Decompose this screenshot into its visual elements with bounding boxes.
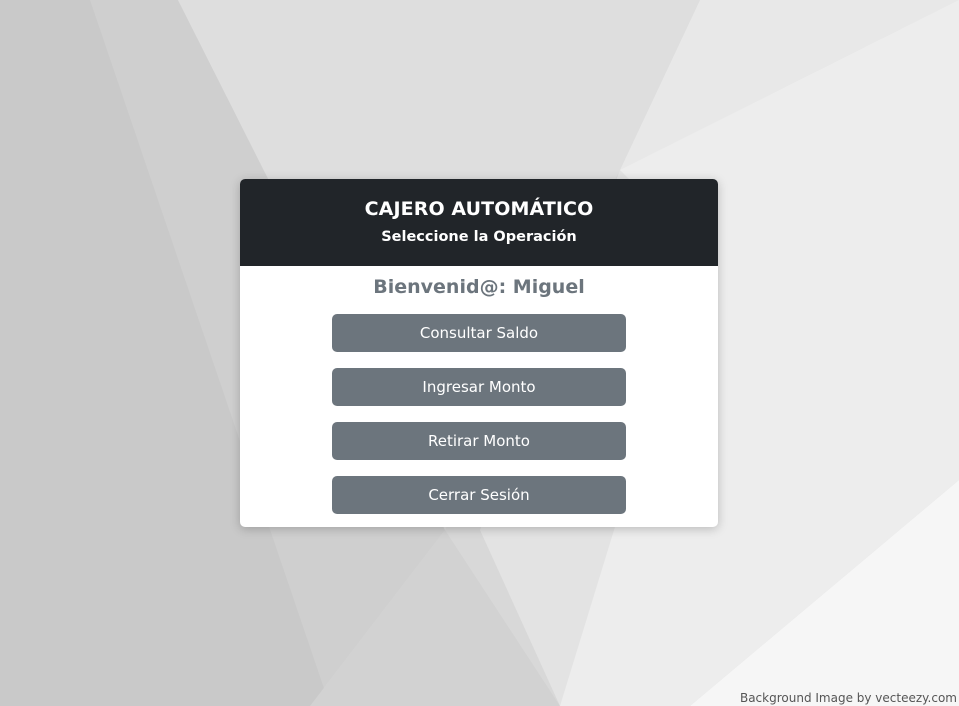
check-balance-button[interactable]: Consultar Saldo: [332, 314, 626, 352]
atm-menu-card: CAJERO AUTOMÁTICO Seleccione la Operació…: [240, 179, 718, 527]
welcome-message: Bienvenid@: Miguel: [373, 276, 585, 298]
withdraw-button[interactable]: Retirar Monto: [332, 422, 626, 460]
page-subtitle: Seleccione la Operación: [381, 229, 577, 245]
operation-buttons: Consultar Saldo Ingresar Monto Retirar M…: [240, 314, 718, 514]
deposit-button[interactable]: Ingresar Monto: [332, 368, 626, 406]
page-title: CAJERO AUTOMÁTICO: [364, 198, 594, 220]
card-header: CAJERO AUTOMÁTICO Seleccione la Operació…: [240, 179, 718, 266]
background-credit: Background Image by vecteezy.com: [739, 691, 957, 705]
logout-button[interactable]: Cerrar Sesión: [332, 476, 626, 514]
